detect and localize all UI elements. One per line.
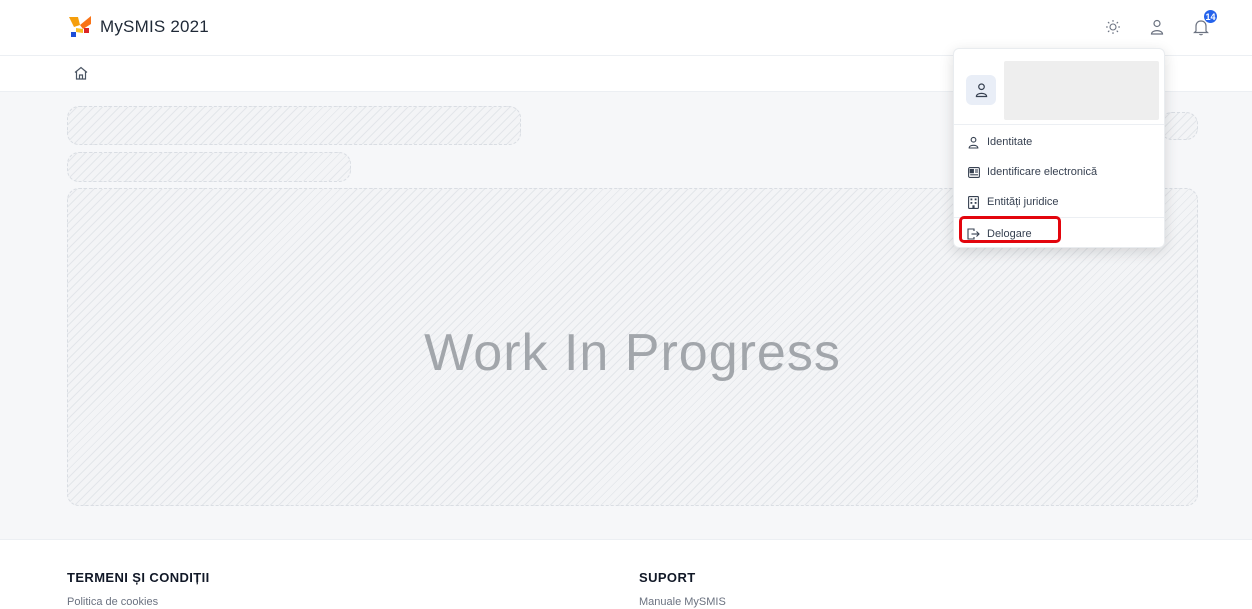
building-icon — [967, 195, 980, 209]
footer-terms-section: TERMENI ȘI CONDIȚII Politica de cookies — [67, 570, 210, 608]
user-icon — [967, 136, 980, 149]
menu-item-logout[interactable]: Delogare — [954, 219, 1164, 249]
manuals-link[interactable]: Manuale MySMIS — [639, 596, 726, 608]
footer-support-title: SUPORT — [639, 570, 696, 585]
app-logo[interactable]: MySMIS 2021 — [67, 14, 209, 40]
notifications-button[interactable]: 14 — [1190, 9, 1218, 38]
home-link[interactable] — [73, 65, 91, 83]
work-in-progress-text: Work In Progress — [424, 324, 841, 382]
skeleton-action — [1160, 112, 1198, 140]
footer-support-section: SUPORT Manuale MySMIS — [639, 570, 726, 608]
user-icon — [1150, 19, 1164, 35]
menu-item-identity[interactable]: Identitate — [954, 127, 1164, 157]
skeleton-title — [67, 106, 521, 145]
theme-toggle-button[interactable] — [1102, 16, 1124, 38]
home-icon — [74, 66, 88, 80]
menu-item-electronic-id[interactable]: Identificare electronică — [954, 157, 1164, 187]
logo-icon — [67, 14, 93, 40]
menu-item-label: Identitate — [987, 136, 1033, 148]
menu-item-legal-entities[interactable]: Entități juridice — [954, 187, 1164, 217]
user-info-placeholder — [1004, 61, 1159, 120]
avatar — [966, 75, 996, 105]
menu-item-label: Delogare — [987, 228, 1032, 240]
cookies-policy-link[interactable]: Politica de cookies — [67, 596, 210, 608]
menu-item-label: Entități juridice — [987, 196, 1059, 208]
logout-icon — [967, 228, 980, 241]
user-profile-header — [954, 49, 1164, 125]
app-name: MySMIS 2021 — [100, 17, 209, 36]
footer-terms-title: TERMENI ȘI CONDIȚII — [67, 570, 210, 585]
menu-divider — [954, 217, 1164, 218]
user-dropdown-menu: Identitate Identificare electronică Enti — [953, 48, 1165, 248]
theme-toggle-icon — [1106, 20, 1120, 34]
notification-badge: 14 — [1203, 9, 1218, 24]
user-menu-button[interactable] — [1146, 16, 1168, 38]
id-card-icon — [967, 166, 980, 179]
avatar-user-icon — [975, 83, 987, 98]
footer: TERMENI ȘI CONDIȚII Politica de cookies … — [0, 539, 1252, 609]
skeleton-subtitle — [67, 152, 351, 182]
menu-item-label: Identificare electronică — [987, 166, 1098, 178]
header-actions: 14 — [1102, 9, 1218, 38]
